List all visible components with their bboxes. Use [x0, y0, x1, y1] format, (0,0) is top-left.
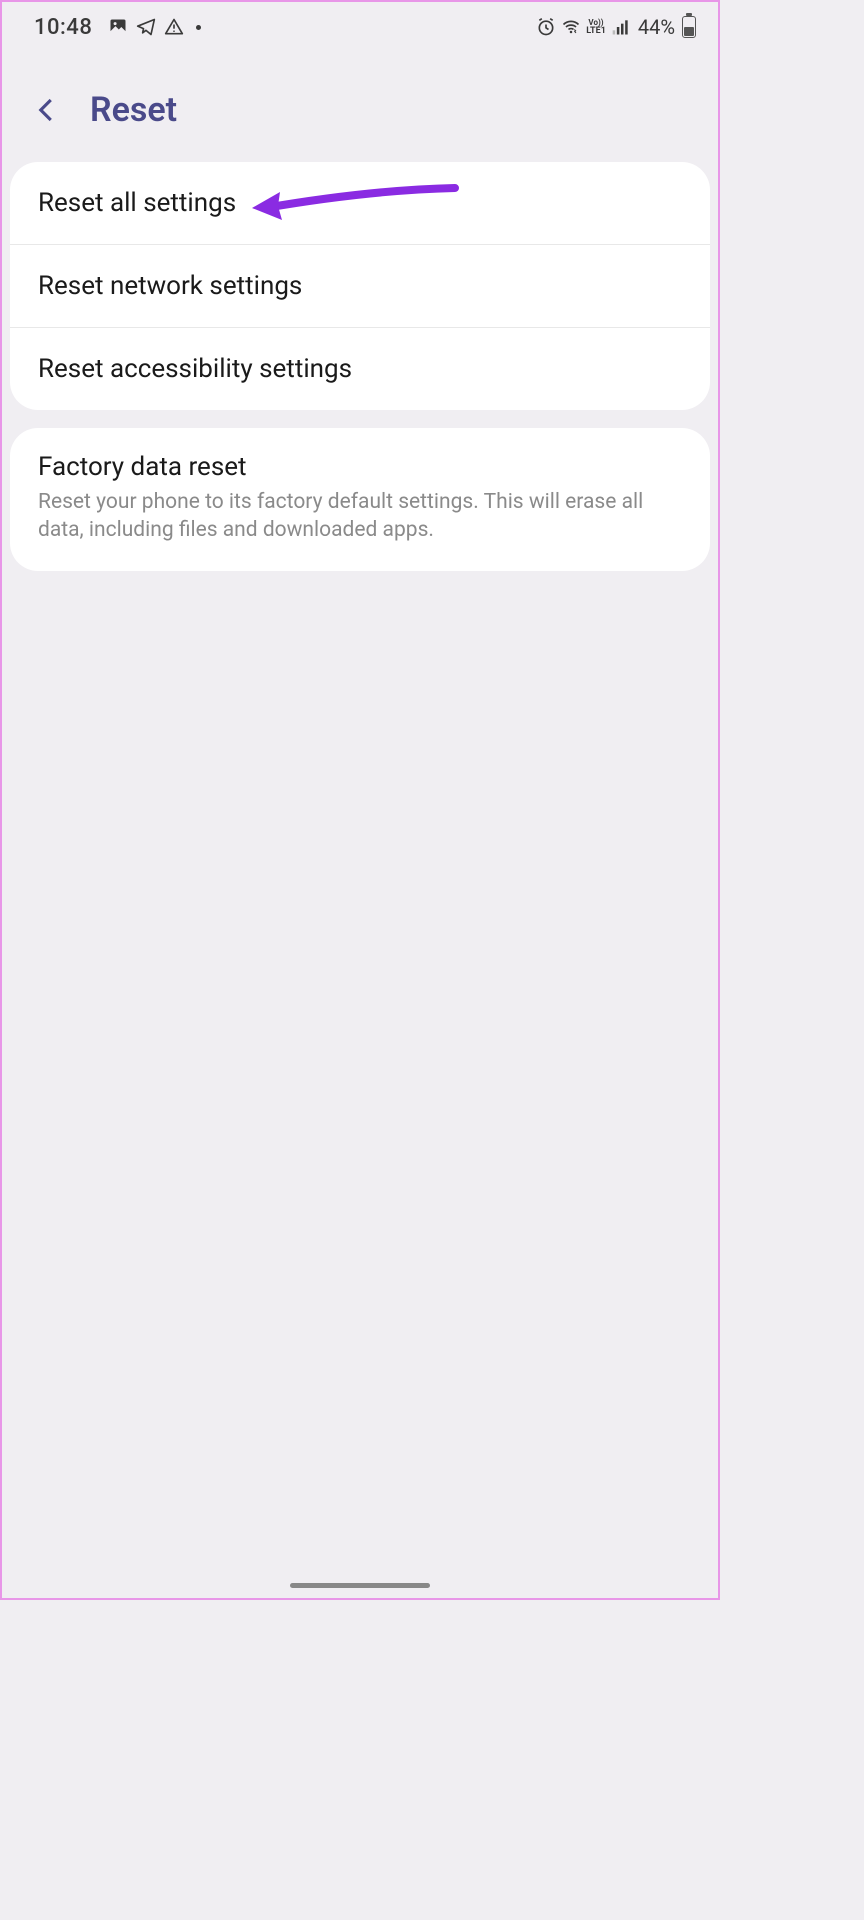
- status-right: Vo))LTE1 44%: [536, 15, 696, 39]
- status-left: 10:48: [34, 15, 201, 40]
- reset-options-group: Reset all settings Reset network setting…: [10, 162, 710, 410]
- status-bar: 10:48 Vo))LTE1 44%: [2, 2, 718, 50]
- header: Reset: [2, 50, 718, 158]
- more-notifications-dot-icon: [196, 25, 201, 30]
- telegram-icon: [136, 17, 156, 37]
- list-item-title: Reset accessibility settings: [38, 354, 682, 384]
- battery-icon: [682, 16, 696, 38]
- status-notification-icons: [108, 17, 201, 37]
- navigation-handle[interactable]: [290, 1583, 430, 1588]
- signal-icon: [611, 17, 631, 37]
- list-item-description: Reset your phone to its factory default …: [38, 488, 682, 545]
- factory-data-reset-item[interactable]: Factory data reset Reset your phone to i…: [10, 428, 710, 571]
- volte-icon: Vo))LTE1: [586, 18, 606, 36]
- wifi-icon: [561, 17, 581, 37]
- list-item-title: Reset network settings: [38, 271, 682, 301]
- status-time: 10:48: [34, 15, 92, 40]
- list-item-title: Factory data reset: [38, 452, 682, 482]
- reset-accessibility-settings-item[interactable]: Reset accessibility settings: [10, 328, 710, 410]
- alarm-icon: [536, 17, 556, 37]
- reset-all-settings-item[interactable]: Reset all settings: [10, 162, 710, 245]
- list-item-title: Reset all settings: [38, 188, 682, 218]
- reset-network-settings-item[interactable]: Reset network settings: [10, 245, 710, 328]
- image-icon: [108, 17, 128, 37]
- page-title: Reset: [90, 90, 177, 130]
- factory-reset-group: Factory data reset Reset your phone to i…: [10, 428, 710, 571]
- battery-percent: 44%: [638, 15, 675, 39]
- warning-triangle-icon: [164, 17, 184, 37]
- back-icon[interactable]: [32, 95, 62, 125]
